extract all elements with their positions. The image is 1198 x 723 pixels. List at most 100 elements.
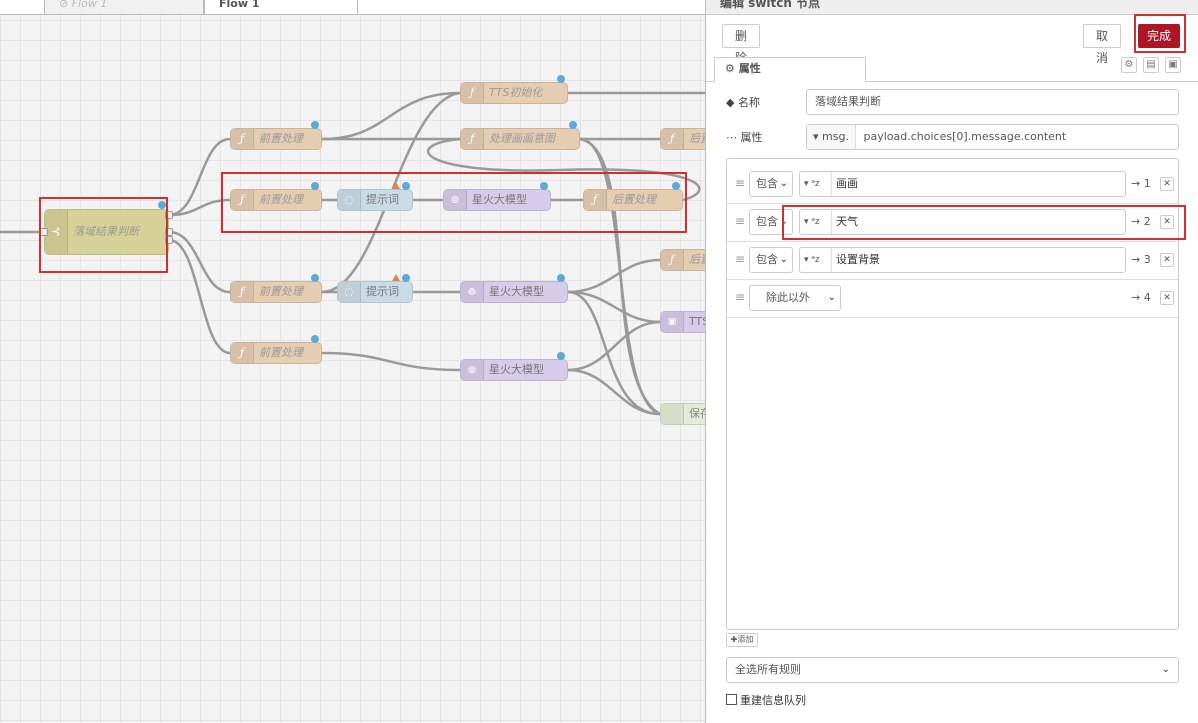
function-icon: ƒ [231,343,254,363]
wire [321,351,461,372]
status-dot [557,352,565,360]
switch-icon: ⊰ [45,210,68,254]
output-number: → 3 [1131,253,1151,266]
node-spark-3[interactable]: ⊚ 星火大模型 [460,359,568,381]
check-mode-select[interactable]: 全选所有规则 ⌄ [726,657,1179,683]
chevron-down-icon: ⌄ [779,216,788,227]
string-type-icon[interactable]: ▾ ᵃz [800,172,832,196]
warning-icon [392,274,400,281]
description-icon[interactable]: ▤ [1143,57,1159,73]
drag-handle-icon[interactable]: ≡ [735,176,745,190]
node-switch[interactable]: ⊰ 落域结果判断 [44,209,169,255]
spark-icon: ⊚ [461,360,484,380]
status-dot [672,182,680,190]
node-pre-2[interactable]: ƒ 前置处理 [230,189,322,211]
wire [168,137,231,217]
function-icon: ƒ [231,129,254,149]
function-icon: ƒ [461,129,484,149]
node-editor-panel: 编辑 switch 节点 删除 取消 完成 ⚙ 属性 ⚙ ▤ ▣ ◆ 名称 落域… [705,0,1198,723]
rule-value-input[interactable]: ▾ ᵃz 天气 [799,209,1126,235]
rule-value-input[interactable]: ▾ ᵃz 设置背景 [799,247,1126,273]
tts-icon: ▣ [661,312,684,332]
editor-tabs: ⚙ 属性 ⚙ ▤ ▣ [706,57,1198,82]
status-dot [311,274,319,282]
rebuild-queue-option[interactable]: 重建信息队列 [726,692,806,708]
operator-select[interactable]: 包含 ⌄ [749,171,793,197]
node-spark-1[interactable]: ⊚ 星火大模型 [443,189,551,211]
editor-title: 编辑 switch 节点 [720,0,821,10]
wire [567,258,661,294]
node-save-right[interactable]: 保存 [660,403,705,425]
function-icon: ƒ [231,190,254,210]
node-pre-1[interactable]: ƒ 前置处理 [230,128,322,150]
node-draw-intent[interactable]: ƒ 处理画画意图 [460,128,580,150]
rule-value-input[interactable]: ▾ ᵃz 画画 [799,171,1126,197]
output-port[interactable] [165,236,173,244]
node-prompt-1[interactable]: ◌ 提示词 [337,189,413,211]
drag-handle-icon[interactable]: ≡ [735,290,745,304]
done-button[interactable]: 完成 [1138,24,1180,48]
status-dot [569,121,577,129]
remove-rule-button[interactable]: ✕ [1160,291,1174,305]
output-number: → 1 [1131,177,1151,190]
status-dot [402,182,410,190]
drag-handle-icon[interactable]: ≡ [735,252,745,266]
remove-rule-button[interactable]: ✕ [1160,253,1174,267]
wire [567,290,661,416]
node-spark-2[interactable]: ⊚ 星火大模型 [460,281,568,303]
function-icon: ƒ [661,250,684,270]
tab-properties[interactable]: ⚙ 属性 [714,57,866,82]
function-icon: ƒ [231,282,254,302]
property-input[interactable]: ▾ msg. payload.choices[0].message.conten… [806,124,1179,150]
rules-list: ≡ 包含 ⌄ ▾ ᵃz 画画 → 1 ✕ ≡ 包含 ⌄ ▾ ᵃz 天气 → 2 ✕ [726,158,1179,630]
node-post-mid[interactable]: ƒ 后置处理 [583,189,683,211]
property-label: ⋯ 属性 [726,131,763,144]
node-pre-3[interactable]: ƒ 前置处理 [230,281,322,303]
status-dot [311,121,319,129]
status-dot [557,75,565,83]
node-prompt-2[interactable]: ◌ 提示词 [337,281,413,303]
cancel-button[interactable]: 取消 [1083,24,1121,65]
add-rule-button[interactable]: ✚添加 [726,633,758,647]
name-label: ◆ 名称 [726,96,760,109]
status-dot [402,274,410,282]
checkbox[interactable] [726,694,737,705]
drag-handle-icon[interactable]: ≡ [735,214,745,228]
node-pre-4[interactable]: ƒ 前置处理 [230,342,322,364]
remove-rule-button[interactable]: ✕ [1160,215,1174,229]
save-icon [661,404,684,424]
chevron-down-icon: ⌄ [779,254,788,265]
gear-icon: ⚙ [725,62,739,75]
string-type-icon[interactable]: ▾ ᵃz [800,210,832,234]
output-port[interactable] [165,211,173,219]
settings-icon[interactable]: ⚙ [1121,57,1137,73]
property-type-select[interactable]: ▾ msg. [807,125,856,149]
remove-rule-button[interactable]: ✕ [1160,177,1174,191]
node-post-top[interactable]: ƒ 后置 [660,128,705,150]
list-item: ≡ 包含 ⌄ ▾ ᵃz 画画 → 1 ✕ [727,165,1178,204]
node-post-right[interactable]: ƒ 后置 [660,249,705,271]
output-port[interactable] [165,228,173,236]
input-port[interactable] [40,228,48,236]
ellipsis-icon: ⋯ [726,131,737,144]
warning-icon [392,182,400,189]
chevron-down-icon: ⌄ [779,178,788,189]
node-tts-right[interactable]: ▣ TTS [660,311,705,333]
output-number: → 4 [1131,291,1151,304]
delete-button[interactable]: 删除 [722,24,760,65]
list-item: ≡ 除此以外 ⌄ → 4 ✕ [727,279,1178,318]
name-input[interactable]: 落域结果判断 [806,89,1179,115]
flow-workspace[interactable]: ⊘ Flow 1 Flow 1 ƒ TTS初始化 ƒ 前置处理 ƒ 处理画画意图… [0,0,705,723]
appearance-icon[interactable]: ▣ [1165,57,1181,73]
node-tts-init[interactable]: ƒ TTS初始化 [460,82,568,104]
wire [321,91,461,141]
wires-layer [0,91,705,416]
operator-select[interactable]: 包含 ⌄ [749,209,793,235]
function-icon: ƒ [461,83,484,103]
template-icon: ◌ [338,190,361,210]
operator-select[interactable]: 除此以外 ⌄ [749,285,841,311]
wire [168,238,231,355]
spark-icon: ⊚ [444,190,467,210]
string-type-icon[interactable]: ▾ ᵃz [800,248,832,272]
operator-select[interactable]: 包含 ⌄ [749,247,793,273]
